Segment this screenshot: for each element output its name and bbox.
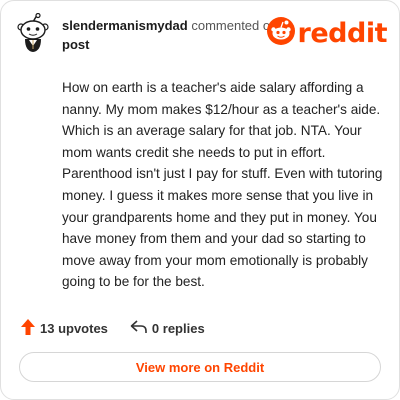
post-link[interactable]: post bbox=[62, 35, 292, 54]
comment-header: slendermanismydad commented on post redd… bbox=[15, 12, 388, 57]
upvote-arrow-icon bbox=[20, 318, 36, 339]
reply-arrow-icon bbox=[130, 319, 148, 338]
action-text: commented on bbox=[191, 18, 278, 33]
upvote-count: 13 upvotes bbox=[40, 320, 108, 336]
reddit-logo[interactable]: reddit bbox=[266, 16, 388, 50]
comment-body: How on earth is a teacher's aide salary … bbox=[62, 80, 383, 290]
reddit-logo-icon bbox=[266, 16, 295, 50]
reddit-wordmark: reddit bbox=[297, 17, 388, 49]
username-link[interactable]: slendermanismydad bbox=[62, 18, 188, 33]
upvote-button[interactable]: 13 upvotes bbox=[20, 318, 108, 339]
view-more-button[interactable]: View more on Reddit bbox=[19, 352, 381, 382]
comment-embed-card: slendermanismydad commented on post redd… bbox=[0, 0, 400, 400]
snoo-avatar-icon[interactable] bbox=[15, 12, 51, 53]
comment-actions: 13 upvotes 0 replies bbox=[20, 317, 205, 339]
comment-meta: slendermanismydad commented on post bbox=[62, 16, 292, 54]
reply-count: 0 replies bbox=[151, 320, 205, 336]
reply-button[interactable]: 0 replies bbox=[130, 319, 205, 338]
